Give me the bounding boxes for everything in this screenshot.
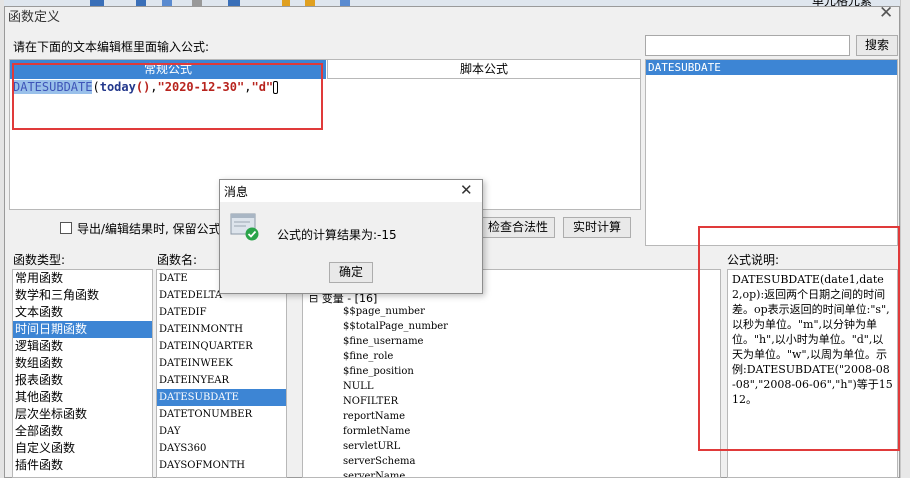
message-title-bar: 消息 ✕ [220,180,482,202]
variable-item[interactable]: $$totalPage_number [343,319,448,334]
variable-items: $$page_number $$totalPage_number $fine_u… [343,304,448,477]
message-text: 公式的计算结果为:-15 [277,228,397,242]
variable-item[interactable]: $fine_role [343,349,448,364]
category-item[interactable]: 常用函数 [13,270,152,287]
message-close-icon[interactable]: ✕ [460,181,473,199]
formula-prompt: 请在下面的文本编辑框里面输入公式: [13,40,210,54]
category-list[interactable]: 常用函数 数学和三角函数 文本函数 时间日期函数 逻辑函数 数组函数 报表函数 … [12,269,153,478]
realtime-calc-button[interactable]: 实时计算 [563,217,631,238]
function-item[interactable]: DATEINQUARTER [157,338,286,355]
category-item[interactable]: 全部函数 [13,423,152,440]
function-item[interactable]: DAY [157,423,286,440]
function-list[interactable]: DATE DATEDELTA DATEDIF DATEINMONTH DATEI… [156,269,287,478]
variable-item[interactable]: reportName [343,409,448,424]
category-item[interactable]: 层次坐标函数 [13,406,152,423]
variable-item[interactable]: formletName [343,424,448,439]
variable-item[interactable]: serverSchema [343,454,448,469]
success-icon [230,213,260,241]
category-item[interactable]: 逻辑函数 [13,338,152,355]
search-result-item[interactable]: DATESUBDATE [646,60,897,75]
category-item[interactable]: 其他函数 [13,389,152,406]
variable-item[interactable]: NOFILTER [343,394,448,409]
category-item[interactable]: 报表函数 [13,372,152,389]
search-input[interactable] [645,35,850,56]
variable-item[interactable]: serverName [343,469,448,477]
category-item-selected[interactable]: 时间日期函数 [13,321,152,338]
search-results-list[interactable] [645,59,898,246]
category-item[interactable]: 文本函数 [13,304,152,321]
check-validity-button[interactable]: 检查合法性 [481,217,555,238]
function-item[interactable]: DATEINWEEK [157,355,286,372]
category-label: 函数类型: [13,253,66,267]
search-button[interactable]: 搜索 [856,35,898,56]
dialog-close-icon[interactable]: ✕ [879,3,893,23]
function-item-selected[interactable]: DATESUBDATE [157,389,286,406]
function-item[interactable]: DATEINYEAR [157,372,286,389]
message-dialog: 消息 ✕ 公式的计算结果为:-15 确定 [219,179,483,294]
ok-button[interactable]: 确定 [329,262,373,283]
category-item[interactable]: 数组函数 [13,355,152,372]
dialog-title: 函数定义 [8,10,61,25]
function-item[interactable]: DAYS360 [157,440,286,457]
message-body: 公式的计算结果为:-15 确定 [220,202,482,293]
highlight-box-description [698,226,900,451]
function-item[interactable]: DATETONUMBER [157,406,286,423]
function-item[interactable]: DATEDIF [157,304,286,321]
variable-item[interactable]: $fine_position [343,364,448,379]
variable-item[interactable]: servletURL [343,439,448,454]
variable-item[interactable]: $fine_username [343,334,448,349]
export-keep-formula-label: 导出/编辑结果时, 保留公式 [77,222,221,236]
background-right-strip [900,0,910,478]
export-keep-formula-checkbox[interactable] [60,222,72,234]
function-name-label: 函数名: [157,253,198,267]
highlight-box-formula [12,63,323,130]
message-title: 消息 [224,185,249,199]
tab-script-formula[interactable]: 脚本公式 [327,60,640,79]
variable-tree[interactable]: ⊟ 变量 - [16] $$page_number $$totalPage_nu… [302,269,721,478]
function-item[interactable]: DAYSOFMONTH [157,457,286,474]
category-item[interactable]: 插件函数 [13,457,152,474]
variable-item[interactable]: $$page_number [343,304,448,319]
variable-item[interactable]: NULL [343,379,448,394]
category-item[interactable]: 数学和三角函数 [13,287,152,304]
category-item[interactable]: 自定义函数 [13,440,152,457]
function-item[interactable]: DATEINMONTH [157,321,286,338]
